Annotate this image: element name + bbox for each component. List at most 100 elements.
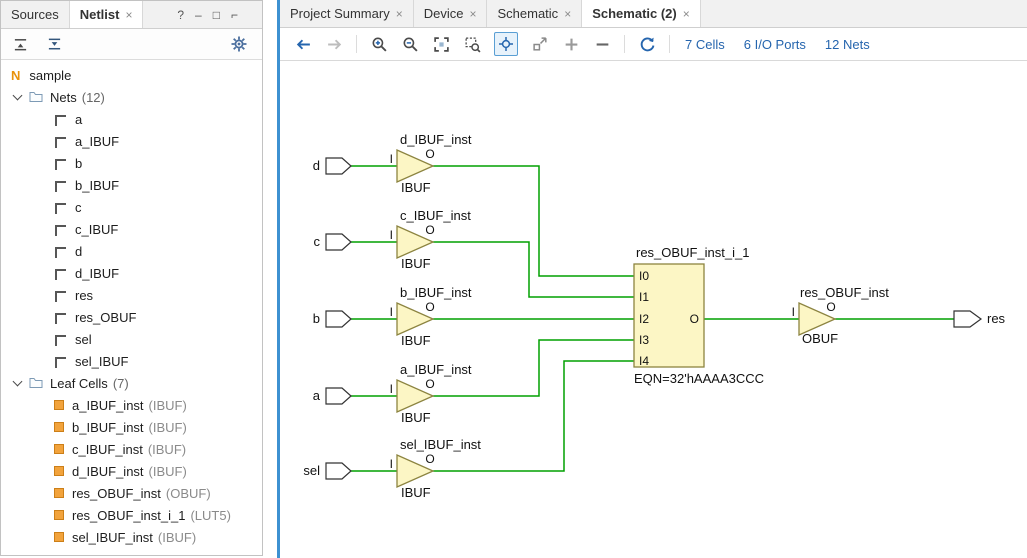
output-port-res[interactable] — [954, 311, 981, 327]
net-label: b_IBUF — [75, 178, 119, 193]
net-label: b — [75, 156, 82, 171]
tree-item-cell[interactable]: a_IBUF_inst(IBUF) — [1, 394, 262, 416]
tree-item-cell[interactable]: d_IBUF_inst(IBUF) — [1, 460, 262, 482]
netlist-panel: Sources Netlist × ? – □ ⌐ — [0, 0, 263, 556]
tab-label: Device — [424, 6, 464, 21]
expand-all-icon[interactable] — [45, 35, 63, 53]
tab-device[interactable]: Device × — [414, 0, 488, 27]
net-label: c_IBUF — [75, 222, 118, 237]
tree-item-net-d[interactable]: d — [1, 240, 262, 262]
pin-label-o: O — [425, 377, 434, 391]
io-ports-link[interactable]: 6 I/O Ports — [744, 37, 806, 52]
net-icon — [55, 203, 66, 214]
float-icon[interactable]: □ — [213, 8, 220, 22]
schematic-drawing: d c b a sel res d_IBUF_inst IBUF c_IBUF_… — [280, 61, 1027, 558]
lut-pin-i3: I3 — [639, 333, 649, 347]
tab-netlist[interactable]: Netlist × — [70, 1, 144, 28]
help-icon[interactable]: ? — [177, 8, 184, 22]
forward-button[interactable] — [325, 35, 343, 53]
zoom-in-button[interactable] — [370, 35, 388, 53]
tree-item-cell[interactable]: res_OBUF_inst_i_1(LUT5) — [1, 504, 262, 526]
cell-icon — [54, 400, 64, 410]
zoom-out-button[interactable] — [401, 35, 419, 53]
instance-label: c_IBUF_inst — [400, 208, 471, 223]
close-icon[interactable]: × — [469, 7, 476, 21]
close-icon[interactable]: × — [683, 7, 690, 21]
net-label: res — [75, 288, 93, 303]
input-port-c[interactable] — [326, 234, 351, 250]
cell-label: res_OBUF_inst — [72, 486, 161, 501]
expand-cone-button[interactable] — [531, 35, 549, 53]
tree-item-net-a-ibuf[interactable]: a_IBUF — [1, 130, 262, 152]
tree-item-net-sel[interactable]: sel — [1, 328, 262, 350]
pin-label-i: I — [792, 305, 795, 319]
tab-sources[interactable]: Sources — [1, 1, 70, 28]
chevron-down-icon[interactable] — [13, 376, 23, 386]
netlist-tree: N sample Nets (12) a a_IBUF b b_IBUF c c… — [1, 60, 262, 555]
input-port-a[interactable] — [326, 388, 351, 404]
input-port-sel[interactable] — [326, 463, 351, 479]
tree-item-cell[interactable]: sel_IBUF_inst(IBUF) — [1, 526, 262, 548]
pin-label-o: O — [425, 147, 434, 161]
close-icon[interactable]: × — [125, 8, 132, 22]
settings-gear-icon[interactable] — [230, 35, 248, 53]
net-sel-ibuf[interactable] — [433, 361, 634, 471]
tree-item-net-sel-ibuf[interactable]: sel_IBUF — [1, 350, 262, 372]
port-label-res: res — [987, 311, 1006, 326]
expand-plus-button[interactable] — [562, 35, 580, 53]
autofit-selection-toggle[interactable] — [494, 32, 518, 56]
input-port-d[interactable] — [326, 158, 351, 174]
port-label-b: b — [313, 311, 320, 326]
tree-item-net-b[interactable]: b — [1, 152, 262, 174]
chevron-down-icon[interactable] — [13, 90, 23, 100]
tree-item-net-b-ibuf[interactable]: b_IBUF — [1, 174, 262, 196]
tree-item-net-d-ibuf[interactable]: d_IBUF — [1, 262, 262, 284]
collapse-all-icon[interactable] — [11, 35, 29, 53]
tree-group-nets[interactable]: Nets (12) — [1, 86, 262, 108]
zoom-fit-button[interactable] — [432, 35, 450, 53]
maximize-icon[interactable]: ⌐ — [231, 8, 238, 22]
instance-label: d_IBUF_inst — [400, 132, 472, 147]
tree-item-net-res[interactable]: res — [1, 284, 262, 306]
tree-group-leaf-cells[interactable]: Leaf Cells (7) — [1, 372, 262, 394]
pin-label-i: I — [390, 305, 393, 319]
cell-label: c_IBUF_inst — [72, 442, 143, 457]
cells-link[interactable]: 7 Cells — [685, 37, 725, 52]
tree-root-sample[interactable]: N sample — [1, 64, 262, 86]
cell-icon — [54, 510, 64, 520]
tree-item-net-res-obuf[interactable]: res_OBUF — [1, 306, 262, 328]
regenerate-button[interactable] — [638, 35, 656, 53]
close-icon[interactable]: × — [564, 7, 571, 21]
tree-item-cell[interactable]: c_IBUF_inst (IBUF) — [1, 438, 262, 460]
tree-item-net-c[interactable]: c — [1, 196, 262, 218]
back-button[interactable] — [294, 35, 312, 53]
cell-label: res_OBUF_inst_i_1 — [72, 508, 185, 523]
zoom-selection-button[interactable] — [463, 35, 481, 53]
tree-item-net-a[interactable]: a — [1, 108, 262, 130]
pin-label-i: I — [390, 457, 393, 471]
right-panel-tabbar: Project Summary × Device × Schematic × S… — [280, 0, 1027, 28]
net-label: d_IBUF — [75, 266, 119, 281]
tab-schematic-2[interactable]: Schematic (2) × — [582, 0, 701, 27]
tab-netlist-label: Netlist — [80, 7, 120, 22]
cell-label: b_IBUF_inst — [72, 420, 144, 435]
panel-window-controls: ? – □ ⌐ — [177, 1, 262, 28]
folder-icon — [29, 376, 43, 391]
nets-group-label: Nets — [50, 90, 77, 105]
input-port-b[interactable] — [326, 311, 351, 327]
cell-type: (IBUF) — [148, 442, 186, 457]
nets-link[interactable]: 12 Nets — [825, 37, 870, 52]
close-icon[interactable]: × — [396, 7, 403, 21]
tree-item-cell[interactable]: res_OBUF_inst(OBUF) — [1, 482, 262, 504]
net-label: a_IBUF — [75, 134, 119, 149]
schematic-canvas[interactable]: d c b a sel res d_IBUF_inst IBUF c_IBUF_… — [280, 61, 1027, 558]
collapse-minus-button[interactable] — [593, 35, 611, 53]
tree-item-net-c-ibuf[interactable]: c_IBUF — [1, 218, 262, 240]
tab-project-summary[interactable]: Project Summary × — [280, 0, 414, 27]
toolbar-separator — [356, 35, 357, 53]
minimize-icon[interactable]: – — [195, 8, 202, 22]
tree-item-cell[interactable]: b_IBUF_inst(IBUF) — [1, 416, 262, 438]
cell-icon — [54, 466, 64, 476]
tab-label: Schematic (2) — [592, 6, 677, 21]
tab-schematic[interactable]: Schematic × — [487, 0, 582, 27]
